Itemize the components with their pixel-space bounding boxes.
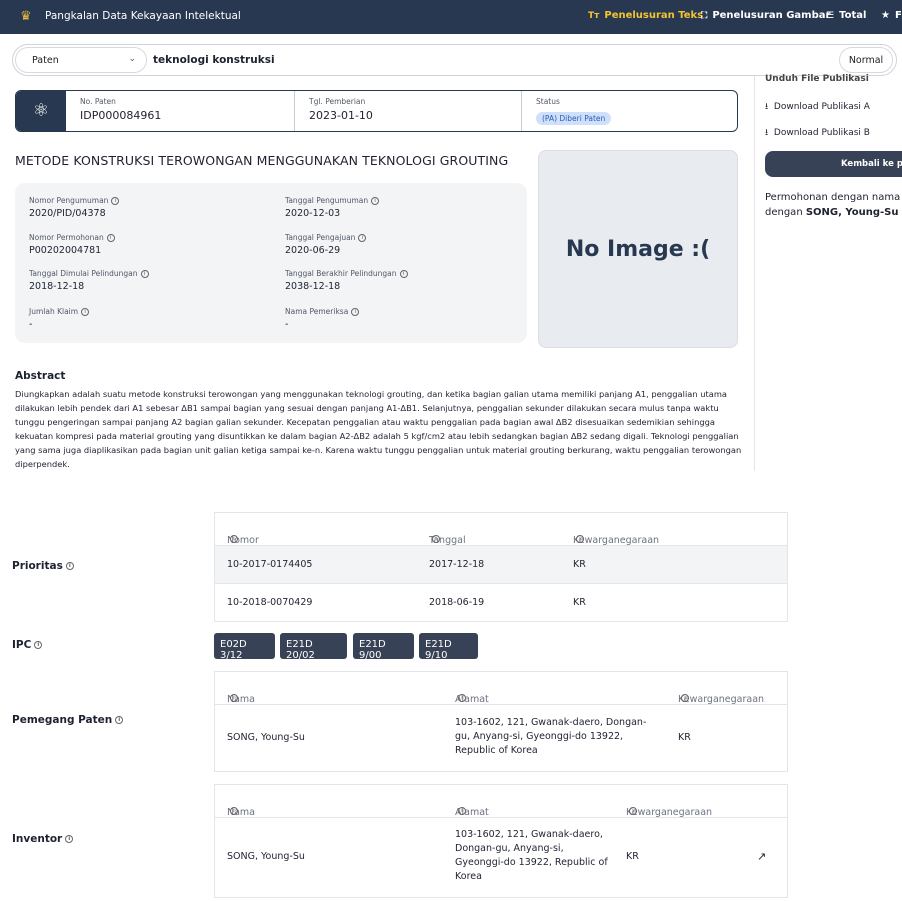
info-icon[interactable]: i — [230, 535, 238, 543]
section-label-ipc: IPC i — [12, 639, 43, 651]
image-search-icon: ⛶ — [701, 10, 708, 21]
ipc-code-chip[interactable]: E21D 9/10 — [419, 633, 478, 661]
section-label-prioritas: Prioritas i — [12, 560, 74, 572]
nav-text-search[interactable]: Tт Penelusuran Teks — [588, 10, 703, 21]
abstract-heading: Abstract — [15, 370, 66, 382]
ipc-code-chip[interactable]: E21D 9/00 — [353, 633, 414, 661]
right-sidebar: Unduh File Publikasi ⭳ Download Publikas… — [754, 74, 902, 471]
star-icon: ★ — [881, 10, 890, 21]
info-icon[interactable]: i — [230, 694, 238, 702]
patent-info-box: Nomor Pengumuman i 2020/PID/04378 Tanggal… — [15, 183, 527, 343]
publication-files-heading: Unduh File Publikasi — [765, 74, 869, 84]
table-row: 10-2017-0174405 2017-12-18 KR — [215, 546, 787, 584]
back-button[interactable]: Kembali ke pe — [765, 151, 902, 177]
patent-number: No. Paten IDP000084961 — [80, 97, 162, 122]
field-tanggal-dimulai: Tanggal Dimulai Pelindungan i 2018-12-18 — [29, 269, 149, 292]
field-nomor-permohonan: Nomor Permohonan i P00202004781 — [29, 233, 115, 256]
table-header: Nama i Alamat i Kewarganegaraan i — [215, 672, 787, 705]
patent-holder-table: Nama i Alamat i Kewarganegaraan i SONG, You… — [214, 671, 788, 772]
nav-image-search[interactable]: ⛶ Penelusuran Gambar — [701, 10, 830, 21]
chevron-down-icon: ⌄ — [128, 54, 136, 64]
list-icon: ☰ — [826, 10, 835, 21]
nav-favorites[interactable]: ★ F — [881, 10, 902, 21]
search-bar: Paten ⌄ teknologi konstruksi Normal — [12, 44, 897, 76]
info-icon[interactable]: i — [351, 308, 360, 316]
garuda-logo-icon[interactable]: ♛ — [20, 10, 34, 24]
download-publication-b[interactable]: ⭳ Download Publikasi B — [765, 125, 870, 141]
patent-status: Status (PA) Diberi Paten — [521, 91, 737, 131]
info-icon[interactable]: i — [399, 270, 408, 278]
info-icon[interactable]: i — [432, 535, 440, 543]
search-type-select[interactable]: Paten ⌄ — [15, 47, 147, 73]
applicant-note: Permohonan dengan nama dengan SONG, Youn… — [765, 192, 901, 218]
top-navbar: ♛ Pangkalan Data Kekayaan Intelektual Tт… — [0, 0, 902, 34]
external-link-icon[interactable]: ↗ — [757, 850, 766, 863]
info-icon[interactable]: i — [629, 807, 637, 815]
download-publication-a[interactable]: ⭳ Download Publikasi A — [765, 99, 870, 115]
table-row: 10-2018-0070429 2018-06-19 KR — [227, 597, 586, 608]
field-nama-pemeriksa: Nama Pemeriksa i - — [285, 307, 360, 330]
info-icon[interactable]: i — [115, 716, 124, 724]
atom-icon: ⚛ — [16, 91, 66, 131]
search-mode-button[interactable]: Normal — [839, 47, 893, 73]
grant-date: Tgl. Pemberian 2023-01-10 — [294, 91, 532, 131]
info-icon[interactable]: i — [34, 641, 43, 649]
table-header: Nama i Alamat i Kewarganegaraan i — [215, 785, 787, 818]
inventor-table: Nama i Alamat i Kewarganegaraan i SONG, You… — [214, 784, 788, 898]
site-title[interactable]: Pangkalan Data Kekayaan Intelektual — [45, 10, 241, 22]
no-image-placeholder: No Image :( — [538, 150, 738, 348]
info-icon[interactable]: i — [106, 234, 115, 242]
patent-id-card: ⚛ No. Paten IDP000084961 Tgl. Pemberian … — [15, 90, 738, 132]
info-icon[interactable]: i — [65, 562, 74, 570]
info-icon[interactable]: i — [81, 308, 90, 316]
info-icon[interactable]: i — [65, 835, 74, 843]
info-icon[interactable]: i — [358, 234, 367, 242]
priority-table: Nomor i Tanggal i Kewarganegaraan i 10-2017… — [214, 512, 788, 622]
info-icon[interactable]: i — [681, 694, 689, 702]
search-input[interactable]: teknologi konstruksi — [153, 54, 275, 66]
field-tanggal-berakhir: Tanggal Berakhir Pelindungan i 2038-12-18 — [285, 269, 408, 292]
info-icon[interactable]: i — [371, 197, 380, 205]
info-icon[interactable]: i — [111, 197, 120, 205]
text-search-icon: Tт — [588, 10, 600, 21]
nav-total[interactable]: ☰ Total — [826, 10, 866, 21]
info-icon[interactable]: i — [458, 807, 466, 815]
table-row: SONG, Young-Su 103-1602, 121, Gwanak-dae… — [227, 829, 767, 882]
download-icon: ⭳ — [765, 128, 769, 138]
patent-title: METODE KONSTRUKSI TEROWONGAN MENGGUNAKAN… — [15, 153, 509, 168]
table-row: SONG, Young-Su 103-1602, 121, Gwanak-dae… — [227, 717, 691, 756]
section-label-inventor: Inventor i — [12, 833, 74, 845]
ipc-code-chip[interactable]: E02D 3/12 — [214, 633, 275, 661]
field-tanggal-pengajuan: Tanggal Pengajuan i 2020-06-29 — [285, 233, 367, 256]
field-nomor-pengumuman: Nomor Pengumuman i 2020/PID/04378 — [29, 196, 120, 219]
info-icon[interactable]: i — [140, 270, 149, 278]
field-jumlah-klaim: Jumlah Klaim i - — [29, 307, 90, 330]
ipc-code-chip[interactable]: E21D 20/02 — [280, 633, 347, 661]
table-header: Nomor i Tanggal i Kewarganegaraan i — [215, 513, 787, 546]
info-icon[interactable]: i — [230, 807, 238, 815]
section-label-patent-holder: Pemegang Paten i — [12, 714, 124, 726]
info-icon[interactable]: i — [458, 694, 466, 702]
status-badge: (PA) Diberi Paten — [536, 112, 612, 125]
abstract-text: Diungkapkan adalah suatu metode konstruk… — [15, 389, 742, 469]
download-icon: ⭳ — [765, 102, 769, 112]
field-tanggal-pengumuman: Tanggal Pengumuman i 2020-12-03 — [285, 196, 380, 219]
info-icon[interactable]: i — [576, 535, 584, 543]
